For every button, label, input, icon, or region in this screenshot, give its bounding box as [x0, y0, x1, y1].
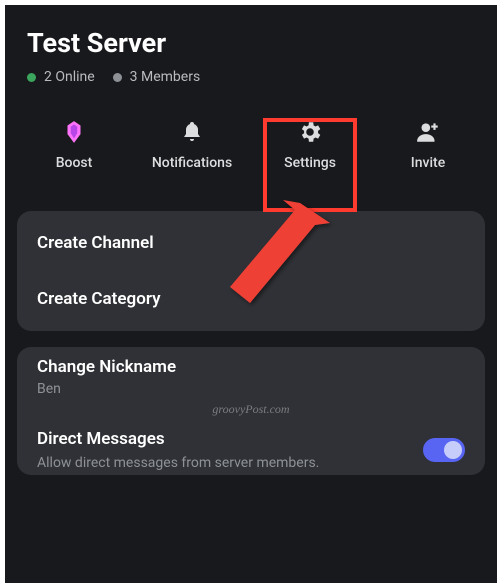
server-status: 2 Online 3 Members	[27, 69, 475, 85]
server-title: Test Server	[27, 27, 475, 59]
dm-toggle[interactable]	[423, 438, 465, 462]
change-nickname-row[interactable]: Change Nickname Ben	[17, 351, 485, 411]
create-card: Create Channel Create Category	[17, 211, 485, 331]
invite-button[interactable]: Invite	[369, 109, 487, 179]
nickname-value: Ben	[37, 381, 465, 397]
create-category-row[interactable]: Create Category	[17, 271, 485, 327]
boost-button[interactable]: Boost	[15, 109, 133, 179]
change-nickname-label: Change Nickname	[37, 357, 465, 377]
members-count: 3 Members	[130, 69, 201, 85]
settings-card: Change Nickname Ben Direct Messages Allo…	[17, 347, 485, 475]
members-dot-icon	[113, 73, 122, 82]
bell-icon	[177, 117, 207, 147]
boost-label: Boost	[56, 155, 93, 171]
online-count: 2 Online	[44, 69, 95, 85]
direct-messages-row: Direct Messages Allow direct messages fr…	[17, 411, 485, 471]
settings-button[interactable]: Settings	[251, 109, 369, 179]
invite-icon	[413, 117, 443, 147]
notifications-button[interactable]: Notifications	[133, 109, 251, 179]
create-channel-row[interactable]: Create Channel	[17, 215, 485, 271]
dm-description: Allow direct messages from server member…	[37, 455, 413, 471]
notifications-label: Notifications	[152, 155, 232, 171]
gear-icon	[295, 117, 325, 147]
online-dot-icon	[27, 73, 36, 82]
boost-icon	[59, 117, 89, 147]
settings-label: Settings	[284, 155, 336, 171]
action-bar: Boost Notifications Settings Invite	[5, 99, 497, 197]
invite-label: Invite	[411, 155, 445, 171]
toggle-knob-icon	[444, 441, 462, 459]
dm-title: Direct Messages	[37, 429, 413, 449]
